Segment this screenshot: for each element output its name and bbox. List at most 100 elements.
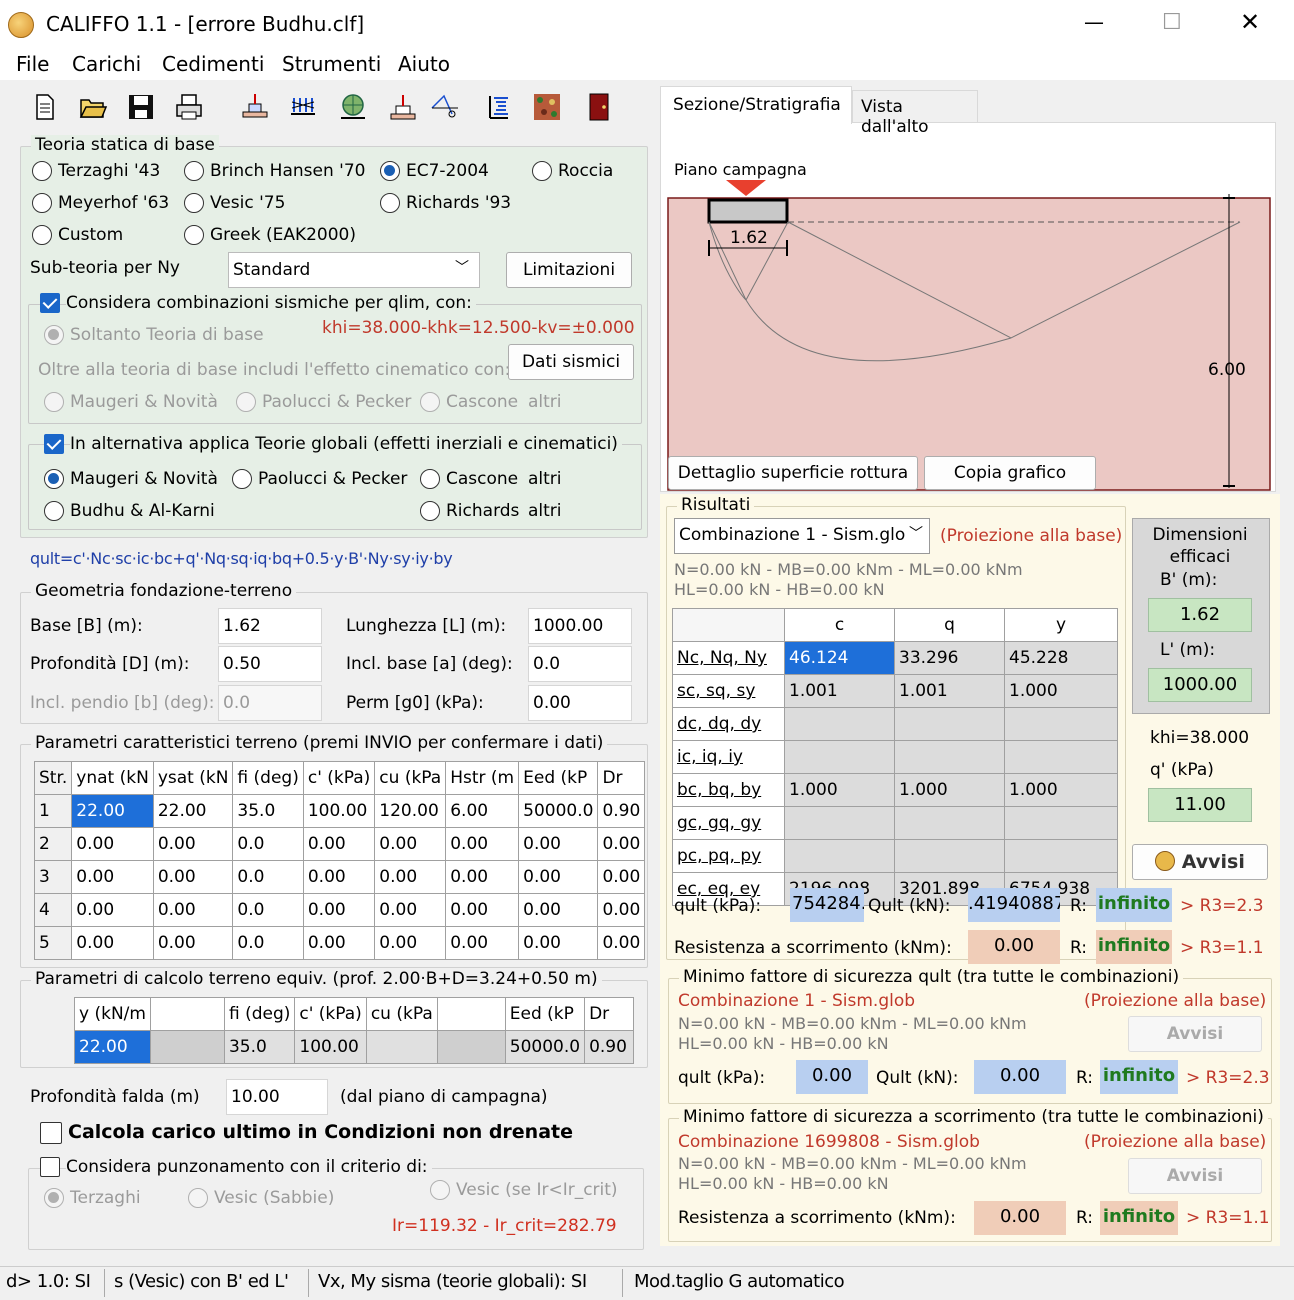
grid-load-icon[interactable] — [288, 92, 318, 122]
radio-glob-budhu[interactable] — [44, 501, 64, 521]
label-kin-altri[interactable]: altri — [528, 392, 562, 412]
radio-richards[interactable] — [380, 193, 400, 213]
copy-chart-button[interactable]: Copia grafico — [924, 456, 1096, 490]
exit-door-icon[interactable] — [584, 92, 614, 122]
radio-greek[interactable] — [184, 225, 204, 245]
table-cell[interactable]: 0.00 — [152, 827, 234, 861]
tab-section[interactable]: Sezione/Stratigrafia — [660, 86, 852, 124]
table-cell[interactable]: 0.00 — [445, 827, 520, 861]
table-cell[interactable]: 0.00 — [518, 926, 599, 960]
undrained-checkbox[interactable] — [40, 1122, 62, 1144]
min-slide-warnings-button[interactable]: Avvisi — [1128, 1158, 1262, 1194]
radio-vesic[interactable] — [184, 193, 204, 213]
warnings-button[interactable]: Avvisi — [1132, 844, 1268, 880]
table-cell[interactable]: 0.00 — [597, 893, 646, 927]
table-cell[interactable]: 0.00 — [445, 860, 520, 894]
label-glob-altri-2[interactable]: altri — [528, 501, 562, 521]
radio-glob-cascone[interactable] — [420, 469, 440, 489]
table-cell[interactable]: 0.00 — [152, 860, 234, 894]
depth-input[interactable]: 0.50 — [218, 646, 322, 682]
table-cell[interactable]: 0.00 — [597, 926, 646, 960]
limits-button[interactable]: Limitazioni — [506, 252, 632, 288]
table-cell[interactable]: 0.00 — [71, 926, 154, 960]
radio-kin-maugeri[interactable] — [44, 392, 64, 412]
radio-meyerhof[interactable] — [32, 193, 52, 213]
table-cell[interactable]: 0.00 — [302, 827, 376, 861]
incl-slope-input[interactable]: 0.0 — [218, 685, 322, 721]
table-cell[interactable]: 35.0 — [232, 794, 304, 828]
radio-punch-terzaghi[interactable] — [44, 1188, 64, 1208]
table-cell[interactable]: 120.00 — [374, 794, 447, 828]
table-cell[interactable]: 0.00 — [152, 926, 234, 960]
soil-texture-icon[interactable] — [532, 92, 562, 122]
open-folder-icon[interactable] — [78, 92, 108, 122]
table-cell[interactable]: 100.00 — [302, 794, 376, 828]
radio-glob-paolucci[interactable] — [232, 469, 252, 489]
radio-kin-cascone[interactable] — [420, 392, 440, 412]
table-cell[interactable]: 22.00 — [71, 794, 154, 828]
table-cell[interactable]: 0.00 — [518, 827, 599, 861]
table-cell[interactable]: 0.00 — [71, 893, 154, 927]
table-cell[interactable]: 0.90 — [597, 794, 646, 828]
minimize-button[interactable]: — — [1084, 10, 1104, 34]
menu-file[interactable]: File — [16, 52, 49, 76]
spring-icon[interactable] — [484, 92, 514, 122]
sub-theory-select[interactable]: Standard ﹀ — [228, 252, 480, 288]
table-cell[interactable]: 0.00 — [374, 926, 447, 960]
table-cell[interactable]: 0.00 — [445, 893, 520, 927]
table-cell[interactable]: 0.00 — [445, 926, 520, 960]
tab-top-view[interactable]: Vista dall'alto — [852, 90, 978, 137]
new-file-icon[interactable] — [30, 92, 60, 122]
menu-carichi[interactable]: Carichi — [72, 52, 141, 76]
radio-brinch-hansen[interactable] — [184, 161, 204, 181]
perm-input[interactable]: 0.00 — [528, 685, 632, 721]
footing-icon[interactable] — [388, 92, 418, 122]
globe-icon[interactable] — [338, 92, 368, 122]
close-button[interactable]: ✕ — [1240, 8, 1260, 36]
table-cell[interactable]: 0.00 — [597, 827, 646, 861]
radio-roccia[interactable] — [532, 161, 552, 181]
min-qult-warnings-button[interactable]: Avvisi — [1128, 1016, 1262, 1052]
table-cell[interactable]: 0.00 — [302, 860, 376, 894]
combo-select[interactable]: Combinazione 1 - Sism.glo ﹀ — [674, 518, 930, 554]
base-input[interactable]: 1.62 — [218, 608, 322, 644]
table-cell[interactable]: 0.00 — [374, 860, 447, 894]
radio-ec7[interactable] — [380, 161, 400, 181]
table-cell[interactable]: 0.00 — [518, 893, 599, 927]
table-cell[interactable]: 0.0 — [232, 926, 304, 960]
table-cell[interactable]: 0.00 — [71, 860, 154, 894]
table-cell[interactable]: 0.0 — [232, 827, 304, 861]
label-glob-altri-1[interactable]: altri — [528, 469, 562, 489]
table-cell[interactable]: 50000.0 — [518, 794, 599, 828]
table-cell[interactable]: 0.00 — [302, 926, 376, 960]
table-cell[interactable]: 0.00 — [374, 893, 447, 927]
table-cell[interactable]: 6.00 — [445, 794, 520, 828]
radio-only-base[interactable] — [44, 325, 64, 345]
water-input[interactable]: 10.00 — [226, 1079, 328, 1115]
menu-strumenti[interactable]: Strumenti — [282, 52, 381, 76]
menu-cedimenti[interactable]: Cedimenti — [162, 52, 264, 76]
incl-base-input[interactable]: 0.0 — [528, 646, 632, 682]
radio-custom[interactable] — [32, 225, 52, 245]
profile-icon[interactable] — [430, 92, 460, 122]
table-cell[interactable]: 0.00 — [597, 860, 646, 894]
maximize-button[interactable]: ☐ — [1162, 10, 1182, 35]
global-checkbox[interactable] — [44, 434, 64, 454]
print-icon[interactable] — [174, 92, 204, 122]
table-cell[interactable]: 0.00 — [152, 893, 234, 927]
seismic-data-button[interactable]: Dati sismici — [508, 344, 634, 380]
radio-glob-maugeri[interactable] — [44, 469, 64, 489]
radio-glob-richards[interactable] — [420, 501, 440, 521]
table-cell[interactable]: 0.00 — [374, 827, 447, 861]
table-cell[interactable]: 0.0 — [232, 860, 304, 894]
foundation-icon[interactable] — [240, 92, 270, 122]
radio-punch-vesic[interactable] — [188, 1188, 208, 1208]
table-cell[interactable]: 0.00 — [71, 827, 154, 861]
detail-surface-button[interactable]: Dettaglio superficie rottura — [668, 456, 918, 490]
save-icon[interactable] — [126, 92, 156, 122]
radio-terzaghi[interactable] — [32, 161, 52, 181]
punch-checkbox[interactable] — [40, 1157, 60, 1177]
table-cell[interactable]: 22.00 — [152, 794, 234, 828]
length-input[interactable]: 1000.00 — [528, 608, 632, 644]
table-cell[interactable]: 0.00 — [518, 860, 599, 894]
